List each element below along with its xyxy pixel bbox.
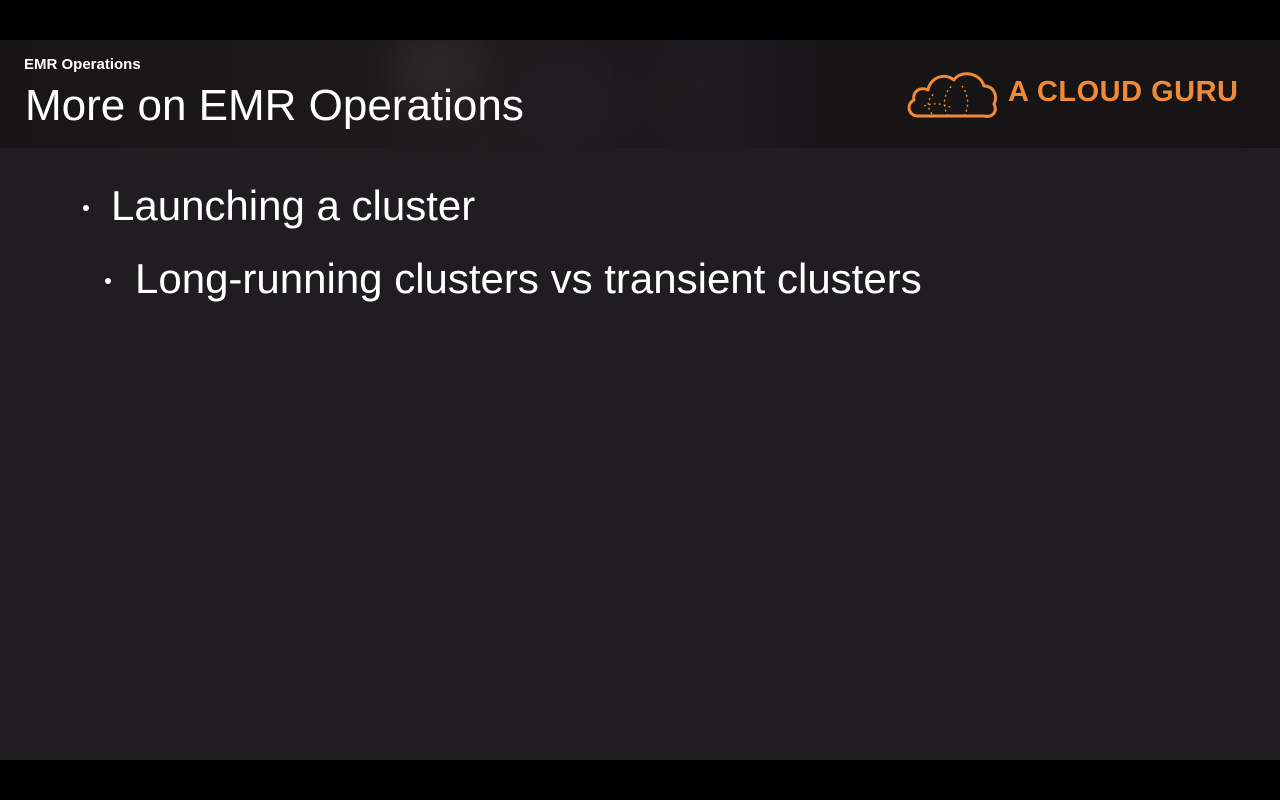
bullet-dot-icon: [83, 205, 89, 211]
bullet-text: Launching a cluster: [111, 182, 476, 229]
brand-name: A CLOUD GURU: [1008, 76, 1239, 108]
brand-logo: A CLOUD GURU: [904, 66, 1244, 122]
letterbox-bottom: [0, 760, 1280, 800]
slide-header: EMR Operations More on EMR Operations A …: [0, 40, 1280, 148]
slide: EMR Operations More on EMR Operations A …: [0, 40, 1280, 760]
letterbox-top: [0, 0, 1280, 40]
slide-title: More on EMR Operations: [25, 81, 524, 130]
bullet-dot-icon: [105, 278, 111, 284]
cloud-logo-icon: [907, 72, 998, 118]
bullet-text: Long-running clusters vs transient clust…: [135, 255, 922, 302]
section-label: EMR Operations: [24, 56, 141, 73]
